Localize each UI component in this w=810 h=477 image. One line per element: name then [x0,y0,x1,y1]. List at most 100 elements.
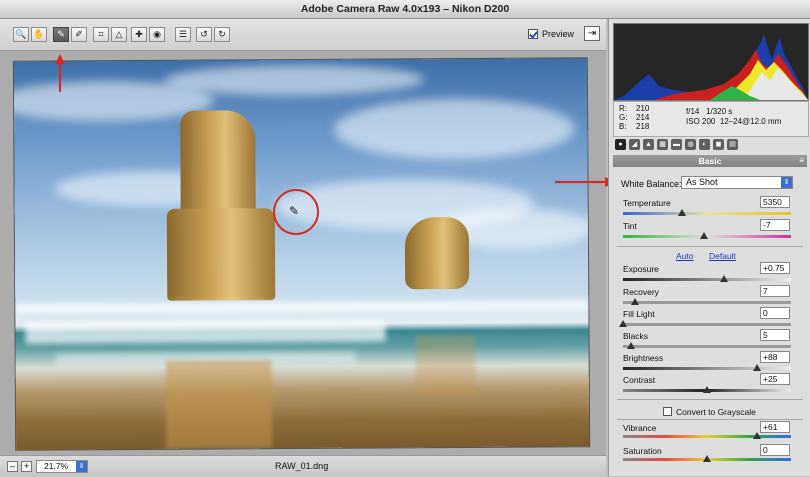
grayscale-label: Convert to Grayscale [676,407,756,417]
tab-presets-icon[interactable]: ◼ [713,139,724,150]
blacks-slider[interactable] [623,342,791,349]
temperature-field[interactable]: 5350 [760,196,790,208]
zoom-tool-button[interactable]: 🔍 [13,27,29,42]
saturation-thumb[interactable] [703,455,711,462]
red-label: R: [619,104,627,113]
fill-light-field[interactable]: 0 [760,307,790,319]
panel-title: Basic [698,156,722,166]
color-sampler-tool-button[interactable]: ✐ [71,27,87,42]
panel-menu-icon[interactable]: ≡ [799,155,804,167]
zoom-level-select[interactable]: 21.7% ⇕ [36,460,88,473]
pixel-readout: R: G: B: 210 214 218 f/14 1/320 s ISO 20… [613,101,809,137]
white-balance-value: As Shot [686,177,718,187]
retouch-tool-button[interactable]: ✚ [131,27,147,42]
saturation-field[interactable]: 0 [760,444,790,456]
blacks-field[interactable]: 5 [760,329,790,341]
straighten-tool-button[interactable]: △ [111,27,127,42]
contrast-field[interactable]: +25 [760,373,790,385]
exposure-label: Exposure [623,264,659,274]
exposure-slider[interactable] [623,275,791,282]
fill-light-label: Fill Light [623,309,655,319]
tab-detail-icon[interactable]: ▲ [643,139,654,150]
zoom-out-button[interactable]: – [7,461,18,472]
preferences-tool-button[interactable]: ☰ [175,27,191,42]
crop-tool-button[interactable]: ⌗ [93,27,109,42]
lens-value: 12–24@12.0 mm [719,117,782,126]
shutter-value: 1/320 s [706,107,733,116]
aperture-value: f/14 [686,107,700,116]
default-link[interactable]: Default [709,251,736,261]
rotate-left-tool-button[interactable]: ↺ [196,27,212,42]
brightness-label: Brightness [623,353,664,363]
toolbar: 🔍 ✋ ✎ ✐ ⌗ △ ✚ ◉ ☰ ↺ ↻ Preview ⇥ [0,19,606,51]
chevron-updown-icon: ⇕ [76,461,87,472]
tab-lens-icon[interactable]: ◍ [685,139,696,150]
tab-split-toning-icon[interactable]: ▬ [671,139,682,150]
tab-tone-curve-icon[interactable]: ◢ [629,139,640,150]
tab-hsl-icon[interactable]: ▦ [657,139,668,150]
iso-value: ISO 200 [686,117,716,126]
photo-preview[interactable] [13,58,590,450]
exposure-field[interactable]: +0.75 [760,262,790,274]
annotation-arrow-up-icon [55,54,65,92]
blacks-label: Blacks [623,331,649,341]
panel-header: Basic ≡ [613,155,807,167]
recovery-slider[interactable] [623,298,791,305]
zoom-in-button[interactable]: + [21,461,32,472]
tint-thumb[interactable] [699,232,708,239]
fill-light-thumb[interactable] [619,320,627,327]
adjustment-panel: R: G: B: 210 214 218 f/14 1/320 s ISO 20… [608,19,810,476]
tab-calibration-icon[interactable]: ◐ [699,139,710,150]
vibrance-thumb[interactable] [753,432,762,439]
tab-basic-icon[interactable]: ● [615,139,626,150]
blue-label: B: [619,122,627,131]
contrast-label: Contrast [623,375,656,385]
window-title: Adobe Camera Raw 4.0x193 – Nikon D200 [0,0,810,19]
contrast-slider[interactable] [623,386,791,393]
preview-label: Preview [542,29,575,39]
zoom-level-value: 21.7% [44,461,69,471]
recovery-thumb[interactable] [630,298,639,305]
tab-snapshots-icon[interactable]: ▤ [727,139,738,150]
rotate-right-tool-button[interactable]: ↻ [214,27,230,42]
tint-label: Tint [623,221,637,231]
white-balance-label: White Balance: [621,179,682,189]
red-value: 210 [636,104,650,113]
image-canvas[interactable]: ✎ [0,51,606,455]
histogram [613,23,809,101]
temperature-slider[interactable] [623,209,791,216]
green-value: 214 [636,113,650,122]
fullscreen-toggle-button[interactable]: ⇥ [584,26,600,41]
preview-checkbox[interactable] [528,29,538,39]
brightness-field[interactable]: +88 [760,351,790,363]
auto-link[interactable]: Auto [676,251,694,261]
temperature-thumb[interactable] [677,209,686,216]
white-balance-tool-button[interactable]: ✎ [53,27,69,42]
tint-field[interactable]: -7 [760,219,790,231]
brightness-thumb[interactable] [753,364,762,371]
saturation-label: Saturation [623,446,662,456]
brightness-slider[interactable] [623,364,791,371]
temperature-label: Temperature [623,198,671,208]
fill-light-slider[interactable] [619,320,791,327]
white-balance-select[interactable]: As Shot ⇕ [681,176,793,189]
recovery-label: Recovery [623,287,659,297]
vibrance-label: Vibrance [623,423,657,433]
green-label: G: [619,113,628,122]
vibrance-slider[interactable] [623,432,791,439]
blacks-thumb[interactable] [627,342,636,349]
saturation-slider[interactable] [623,455,791,462]
hand-tool-button[interactable]: ✋ [31,27,47,42]
eyedropper-cursor-icon: ✎ [289,204,300,218]
red-eye-tool-button[interactable]: ◉ [149,27,165,42]
status-bar: – + 21.7% ⇕ RAW_01.dng [0,455,606,477]
tint-slider[interactable] [623,232,791,239]
panel-tabs: ● ◢ ▲ ▦ ▬ ◍ ◐ ◼ ▤ [613,139,807,153]
contrast-thumb[interactable] [703,386,711,393]
exposure-thumb[interactable] [719,275,728,282]
grayscale-checkbox[interactable] [663,407,672,416]
vibrance-field[interactable]: +61 [760,421,790,433]
recovery-field[interactable]: 7 [760,285,790,297]
file-name: RAW_01.dng [275,461,329,471]
chevron-updown-icon: ⇕ [781,177,792,188]
